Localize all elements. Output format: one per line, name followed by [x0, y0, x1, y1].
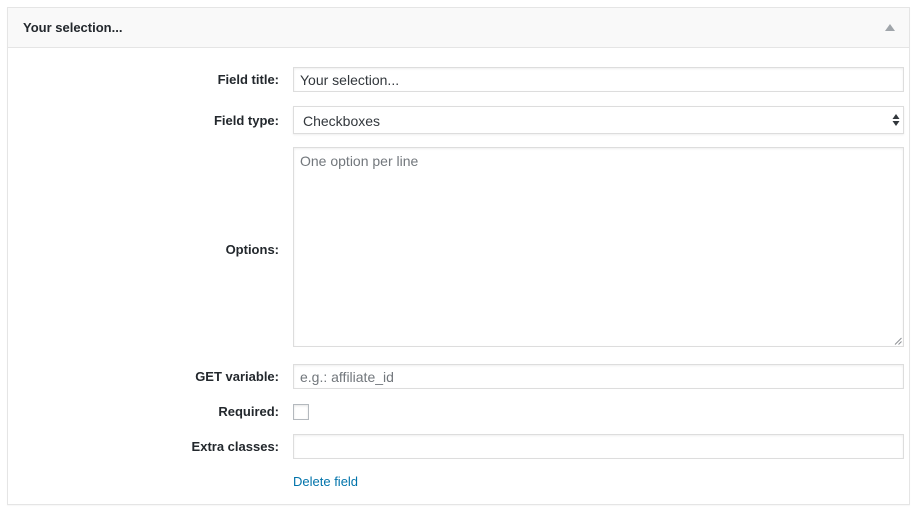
- panel-title: Your selection...: [23, 20, 123, 35]
- field-type-select[interactable]: Checkboxes: [293, 106, 904, 134]
- required-checkbox[interactable]: [293, 404, 309, 420]
- field-title-label: Field title:: [217, 72, 279, 87]
- field-title-input[interactable]: [293, 67, 904, 92]
- field-type-label: Field type:: [213, 113, 279, 128]
- options-textarea[interactable]: [293, 147, 904, 347]
- get-variable-input[interactable]: [293, 364, 904, 389]
- options-label: Options:: [225, 242, 279, 257]
- delete-field-link[interactable]: Delete field: [293, 473, 358, 491]
- resize-handle-icon[interactable]: [894, 337, 902, 345]
- select-updown-arrows-icon: [892, 114, 900, 126]
- collapse-arrow-up-icon[interactable]: [885, 24, 895, 31]
- extra-classes-label: Extra classes:: [191, 439, 279, 454]
- panel-header[interactable]: Your selection...: [8, 8, 909, 48]
- field-type-selected-value: Checkboxes: [303, 113, 381, 129]
- get-variable-label: GET variable:: [195, 369, 279, 384]
- required-label: Required:: [218, 404, 279, 419]
- field-panel: Your selection... Field title: Field typ…: [7, 7, 910, 505]
- extra-classes-input[interactable]: [293, 434, 904, 459]
